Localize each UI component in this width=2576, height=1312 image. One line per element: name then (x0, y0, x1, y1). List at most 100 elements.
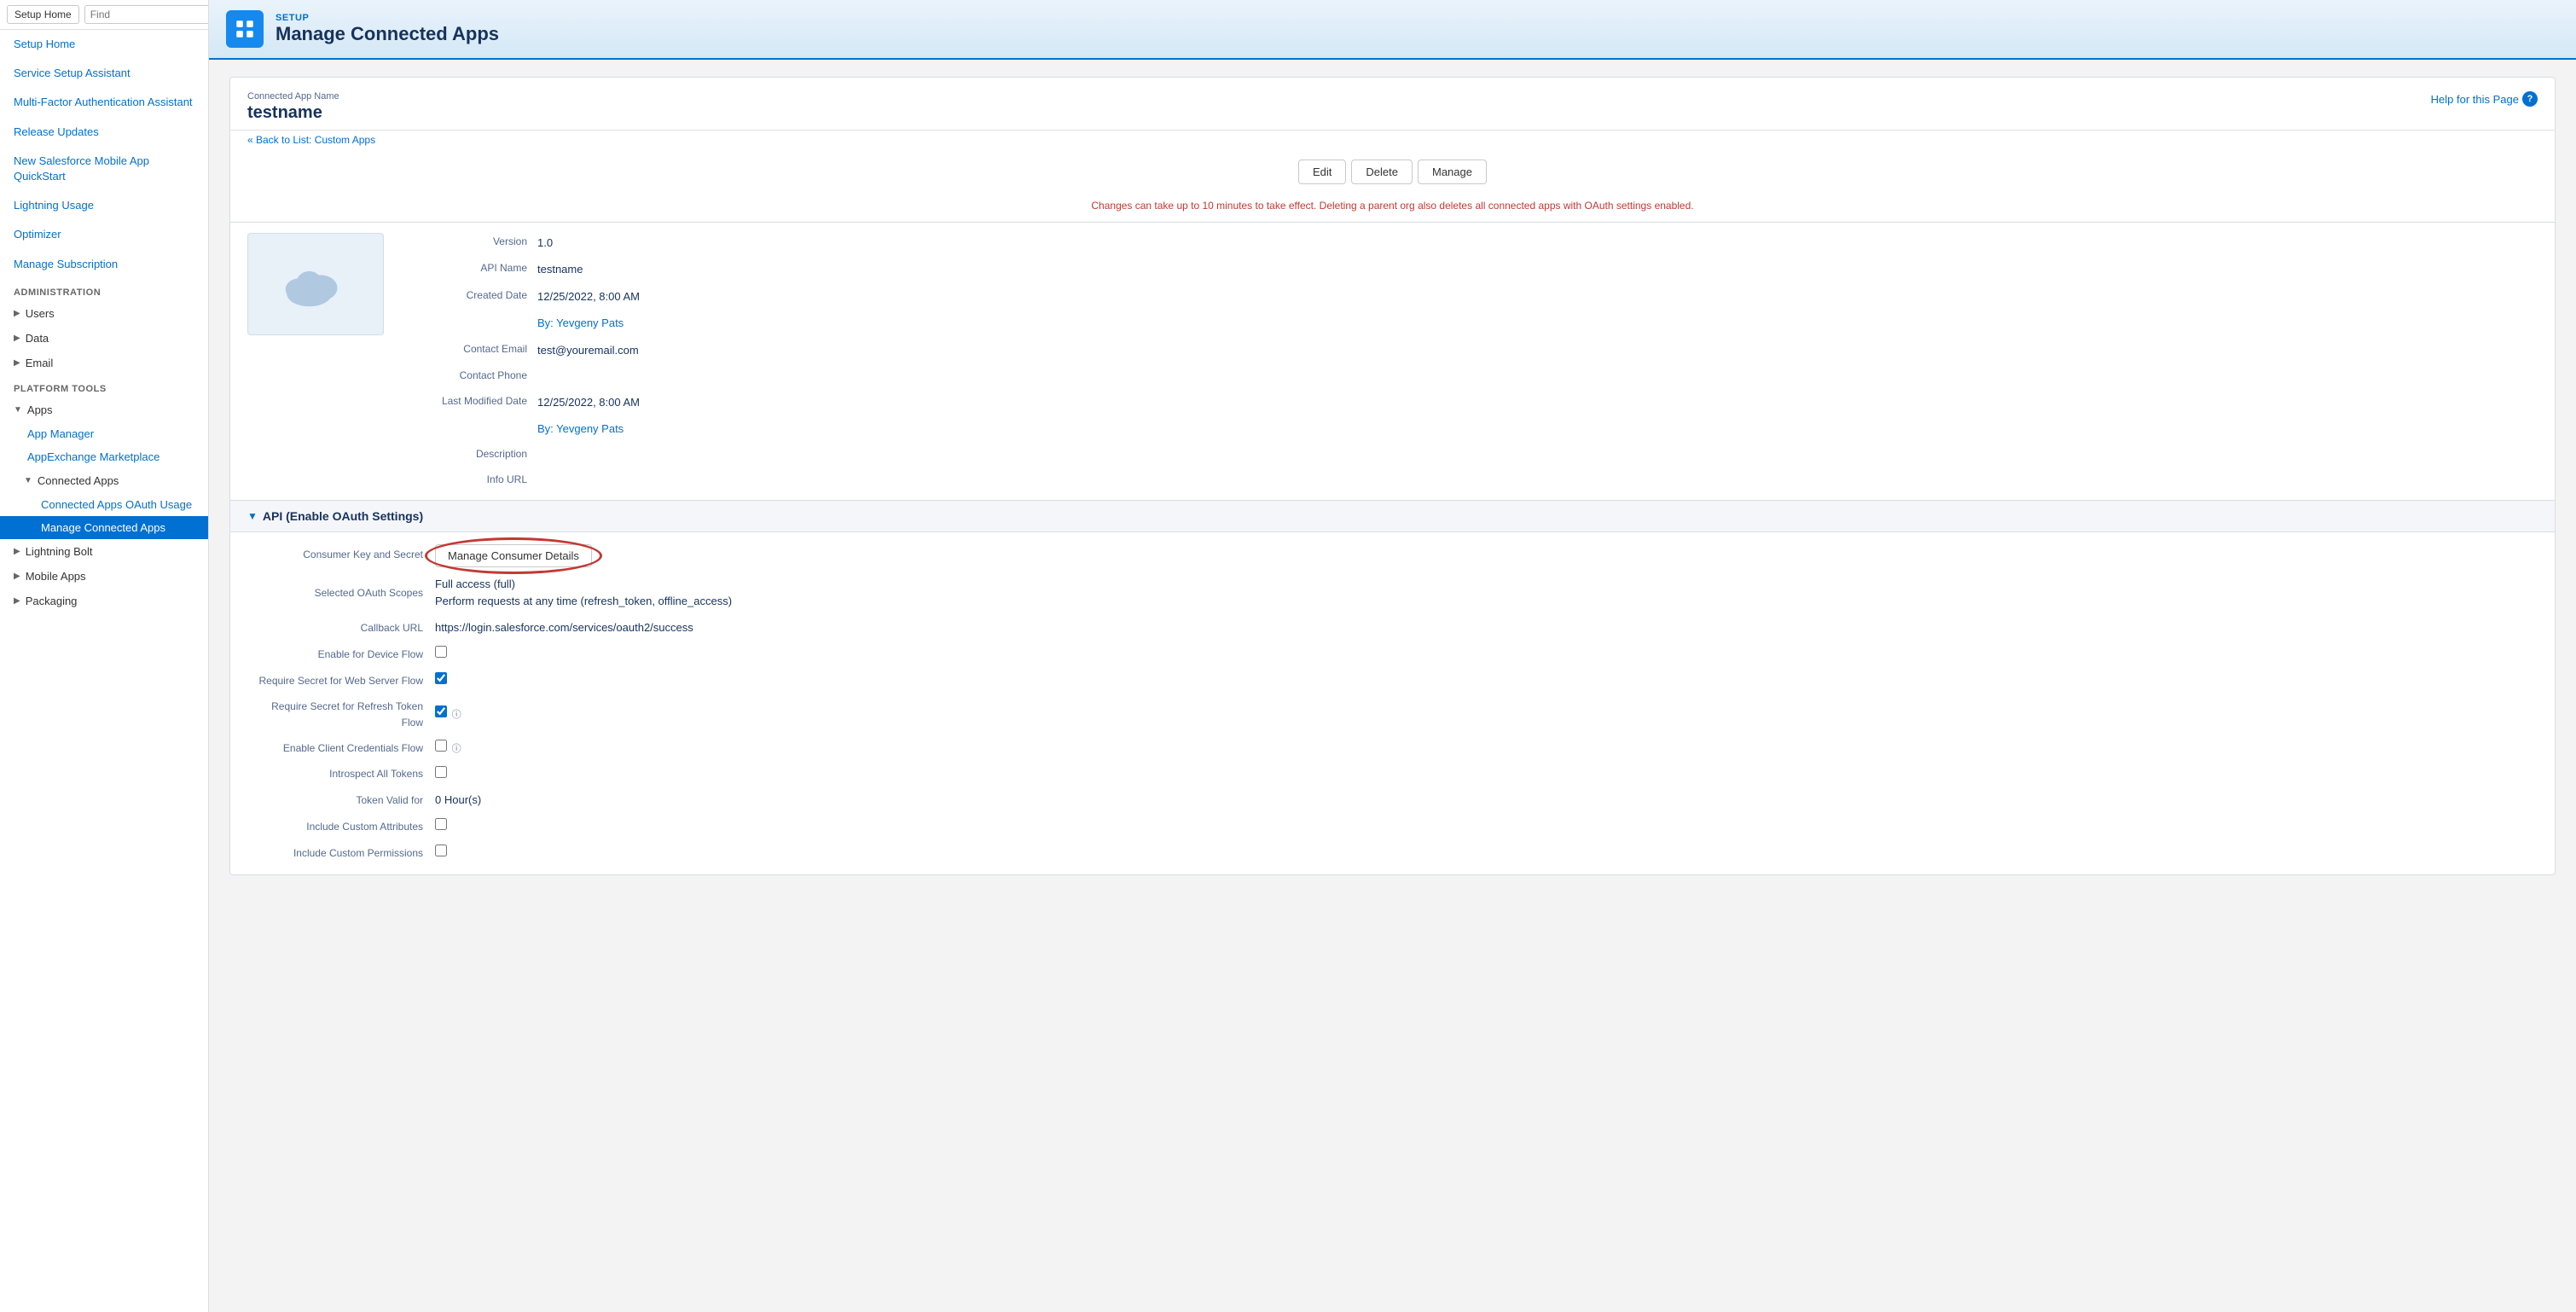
device-flow-checkbox[interactable] (435, 646, 447, 658)
sidebar-item-mobile-apps[interactable]: ▶ Mobile Apps (0, 564, 208, 589)
chevron-right-icon: ▶ (14, 358, 20, 368)
manage-consumer-details-button[interactable]: Manage Consumer Details (435, 544, 592, 567)
search-bar: Setup Home (0, 0, 208, 30)
mobile-apps-label: Mobile Apps (26, 570, 86, 583)
sidebar-item-setup-home[interactable]: Setup Home (0, 30, 208, 59)
created-by-value: By: Yevgeny Pats (537, 313, 2538, 333)
client-credentials-value: ⓘ (435, 740, 2538, 758)
connected-apps-label: Connected Apps (38, 474, 119, 487)
refresh-token-flow-label: Require Secret for Refresh Token Flow (247, 699, 435, 731)
sidebar: Setup Home Setup Home Service Setup Assi… (0, 0, 209, 1312)
sidebar-item-mfa[interactable]: Multi-Factor Authentication Assistant (0, 88, 208, 117)
help-link[interactable]: Help for this Page ? (2431, 91, 2538, 107)
sidebar-item-lightning-bolt[interactable]: ▶ Lightning Bolt (0, 539, 208, 564)
custom-permissions-value (435, 845, 2538, 862)
last-modified-by-link[interactable]: By: Yevgeny Pats (537, 422, 624, 435)
platform-tools-group: ▼ Apps App Manager AppExchange Marketpla… (0, 398, 208, 613)
sidebar-item-data[interactable]: ▶ Data (0, 326, 208, 351)
page-title: Manage Connected Apps (276, 23, 499, 45)
search-input[interactable] (84, 5, 209, 24)
setup-icon (226, 10, 264, 48)
sidebar-top-items: Setup Home Service Setup Assistant Multi… (0, 30, 208, 279)
administration-header: ADMINISTRATION (0, 279, 208, 301)
triangle-down-icon: ▼ (247, 510, 258, 522)
chevron-down-icon: ▼ (24, 476, 32, 485)
delete-button[interactable]: Delete (1351, 160, 1413, 184)
action-buttons: Edit Delete Manage (230, 149, 2555, 194)
created-date-label: Created Date (401, 287, 537, 306)
sidebar-item-email[interactable]: ▶ Email (0, 351, 208, 375)
chevron-down-icon: ▼ (14, 405, 22, 415)
sidebar-item-packaging[interactable]: ▶ Packaging (0, 589, 208, 613)
consumer-key-label: Consumer Key and Secret (247, 547, 435, 563)
sidebar-item-optimizer[interactable]: Optimizer (0, 220, 208, 249)
created-by-link[interactable]: By: Yevgeny Pats (537, 316, 624, 329)
token-valid-value: 0 Hour(s) (435, 792, 2538, 810)
edit-button[interactable]: Edit (1298, 160, 1346, 184)
sidebar-item-release-updates[interactable]: Release Updates (0, 118, 208, 147)
description-value (537, 445, 2538, 464)
administration-group: ▶ Users ▶ Data ▶ Email (0, 301, 208, 375)
created-date-value: 12/25/2022, 8:00 AM (537, 287, 2538, 306)
last-modified-by-value: By: Yevgeny Pats (537, 419, 2538, 438)
custom-permissions-label: Include Custom Permissions (247, 845, 435, 862)
packaging-label: Packaging (26, 595, 78, 607)
sidebar-item-mobile-quickstart[interactable]: New Salesforce Mobile App QuickStart (0, 147, 208, 191)
custom-permissions-checkbox[interactable] (435, 845, 447, 856)
sidebar-item-appexchange[interactable]: AppExchange Marketplace (0, 445, 208, 468)
sidebar-item-users[interactable]: ▶ Users (0, 301, 208, 326)
content-card: Connected App Name testname Help for thi… (229, 77, 2556, 875)
introspect-tokens-value (435, 766, 2538, 784)
web-server-flow-checkbox[interactable] (435, 672, 447, 684)
sidebar-item-connected-apps[interactable]: ▼ Connected Apps (0, 468, 208, 493)
client-credentials-label: Enable Client Credentials Flow (247, 740, 435, 757)
consumer-key-value: Manage Consumer Details (435, 544, 2538, 567)
custom-attributes-value (435, 818, 2538, 836)
apps-label: Apps (27, 403, 53, 416)
content-area: Connected App Name testname Help for thi… (209, 60, 2576, 1312)
sidebar-item-connected-apps-oauth[interactable]: Connected Apps OAuth Usage (0, 493, 208, 516)
oauth-fields: Consumer Key and Secret Manage Consumer … (230, 532, 2555, 874)
email-label: Email (26, 357, 54, 369)
sidebar-item-app-manager[interactable]: App Manager (0, 422, 208, 445)
manage-consumer-wrapper: Manage Consumer Details (435, 544, 592, 567)
last-modified-date-label: Last Modified Date (401, 392, 537, 412)
sidebar-item-service-setup[interactable]: Service Setup Assistant (0, 59, 208, 88)
chevron-right-icon: ▶ (14, 309, 20, 318)
client-credentials-checkbox[interactable] (435, 740, 447, 752)
chevron-right-icon: ▶ (14, 334, 20, 343)
last-modified-by-label (401, 419, 537, 438)
callback-url-label: Callback URL (247, 620, 435, 636)
setup-home-button[interactable]: Setup Home (7, 5, 79, 24)
sidebar-item-lightning-usage[interactable]: Lightning Usage (0, 191, 208, 220)
chevron-right-icon: ▶ (14, 572, 20, 581)
app-logo (247, 233, 384, 335)
lightning-bolt-label: Lightning Bolt (26, 545, 93, 558)
introspect-tokens-checkbox[interactable] (435, 766, 447, 778)
back-link[interactable]: « Back to List: Custom Apps (230, 131, 392, 149)
device-flow-label: Enable for Device Flow (247, 647, 435, 663)
manage-button[interactable]: Manage (1418, 160, 1487, 184)
custom-attributes-checkbox[interactable] (435, 818, 447, 830)
refresh-token-flow-checkbox[interactable] (435, 705, 447, 717)
info-url-label: Info URL (401, 471, 537, 490)
oauth-scopes-label: Selected OAuth Scopes (247, 585, 435, 601)
detail-fields: Version 1.0 API Name testname Created Da… (401, 233, 2538, 490)
chevron-right-icon: ▶ (14, 547, 20, 556)
cloud-logo-icon (277, 254, 354, 314)
sidebar-item-manage-connected-apps[interactable]: Manage Connected Apps (0, 516, 208, 539)
version-label: Version (401, 233, 537, 253)
chevron-right-icon: ▶ (14, 596, 20, 606)
platform-tools-header: PLATFORM TOOLS (0, 375, 208, 398)
sidebar-item-apps[interactable]: ▼ Apps (0, 398, 208, 422)
sidebar-item-manage-subscription[interactable]: Manage Subscription (0, 250, 208, 279)
detail-section: Version 1.0 API Name testname Created Da… (230, 223, 2555, 500)
contact-email-label: Contact Email (401, 340, 537, 360)
connected-app-info: Connected App Name testname (247, 91, 339, 123)
callback-url-value: https://login.salesforce.com/services/oa… (435, 619, 2538, 637)
warning-text: Changes can take up to 10 minutes to tak… (230, 194, 2555, 222)
oauth-scopes-value: Full access (full)Perform requests at an… (435, 576, 2538, 612)
oauth-section-header[interactable]: ▼ API (Enable OAuth Settings) (230, 500, 2555, 532)
connected-app-name-value: testname (247, 103, 339, 123)
page-header: SETUP Manage Connected Apps (209, 0, 2576, 60)
